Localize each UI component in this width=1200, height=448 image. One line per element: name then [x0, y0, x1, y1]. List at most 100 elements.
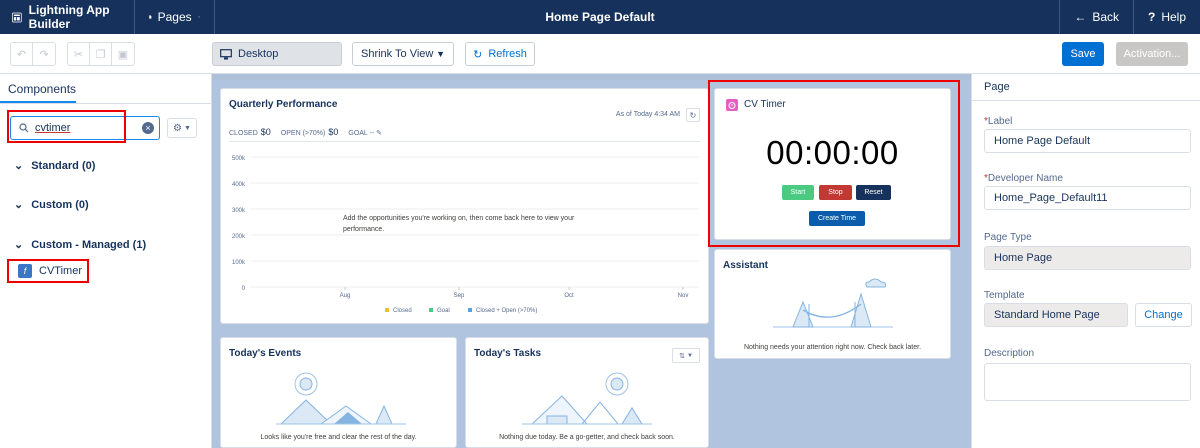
tasks-filter-button[interactable]: ⇅ ▼: [672, 348, 700, 363]
page-icon: [149, 15, 152, 19]
card-title: Quarterly Performance: [229, 99, 338, 110]
todays-events-card[interactable]: Today's Events Looks like you're free an…: [220, 337, 457, 448]
assistant-card[interactable]: Assistant Nothing needs your attention r…: [714, 249, 951, 359]
delete-icon[interactable]: ▣: [112, 43, 134, 65]
section-custom-label: Custom (0): [31, 198, 89, 211]
card-title: Assistant: [723, 260, 769, 271]
page-type-label: Page Type: [984, 232, 1032, 243]
description-field[interactable]: [984, 363, 1191, 401]
goal-label: GOAL: [348, 130, 368, 137]
divider: [0, 103, 212, 104]
closed-value: $0: [260, 127, 271, 137]
cut-icon[interactable]: ✂: [68, 43, 90, 65]
x-tick-label: Sep: [454, 293, 465, 299]
activation-button[interactable]: Activation...: [1116, 42, 1188, 66]
refresh-icon: ↻: [473, 48, 483, 61]
undo-icon[interactable]: ↶: [11, 43, 33, 65]
events-message: Looks like you're free and clear the res…: [260, 434, 417, 441]
y-tick-label: 300k: [232, 208, 246, 214]
save-button[interactable]: Save: [1062, 42, 1104, 66]
change-template-button[interactable]: Change: [1135, 303, 1192, 327]
label-field-text: Label: [987, 116, 1013, 127]
y-tick-label: 100k: [232, 260, 246, 266]
redo-icon[interactable]: ↷: [33, 43, 55, 65]
legend-label: Closed + Open (>70%): [476, 308, 537, 314]
device-select[interactable]: Desktop: [212, 42, 342, 66]
closed-label: CLOSED: [229, 130, 258, 137]
open-stat: OPEN (>70%) $0: [281, 127, 339, 137]
tasks-message: Nothing due today. Be a go-getter, and c…: [499, 434, 675, 441]
closed-stat: CLOSED $0: [229, 127, 271, 137]
app-title-text: Lightning App Builder: [28, 3, 110, 31]
copy-icon[interactable]: ❐: [90, 43, 112, 65]
legend-swatch: [385, 308, 389, 312]
goal-stat: GOAL -- ✎: [348, 129, 382, 137]
page-type-field: Home Page: [984, 246, 1191, 270]
undo-redo-group: ↶ ↷: [10, 42, 56, 66]
performance-stats: CLOSED $0 OPEN (>70%) $0 GOAL -- ✎: [229, 127, 382, 137]
caret-down-icon: ▼: [184, 124, 191, 132]
open-value: $0: [328, 127, 339, 137]
divider: [972, 100, 1200, 101]
chevron-down-icon: ⌄: [14, 160, 24, 172]
tab-components[interactable]: Components: [8, 82, 76, 96]
template-field: Standard Home Page: [984, 303, 1128, 327]
developer-name-field[interactable]: Home_Page_Default11: [984, 186, 1191, 210]
device-label: Desktop: [238, 48, 279, 60]
divider: [229, 141, 700, 142]
zoom-select[interactable]: Shrink To View ▼: [352, 42, 454, 66]
x-tick-label: Oct: [564, 293, 574, 299]
as-of-text: As of Today 4:34 AM: [615, 111, 680, 118]
back-label: Back: [1092, 10, 1119, 24]
clear-icon[interactable]: ×: [142, 122, 154, 134]
section-standard-label: Standard (0): [31, 159, 96, 172]
refresh-button[interactable]: ↻ Refresh: [465, 42, 535, 66]
refresh-label: Refresh: [488, 48, 527, 60]
developer-name-text: Developer Name: [987, 173, 1063, 184]
y-tick-label: 200k: [232, 234, 246, 240]
quarterly-performance-card[interactable]: Quarterly Performance As of Today 4:34 A…: [220, 88, 709, 324]
section-custom[interactable]: ⌄ Custom (0): [14, 198, 89, 212]
caret-down-icon: ▼: [686, 352, 693, 359]
highlight-box: [7, 110, 126, 143]
todays-tasks-card[interactable]: Today's Tasks ⇅ ▼ Nothing due today. Be a…: [465, 337, 709, 448]
open-label: OPEN (>70%): [280, 130, 326, 137]
label-field[interactable]: Home Page Default: [984, 129, 1191, 153]
chevron-down-icon: [197, 16, 200, 18]
x-tick-label: Aug: [340, 293, 351, 299]
y-tick-label: 500k: [232, 156, 246, 162]
empty-state-message-line2: performance.: [343, 226, 384, 233]
app-builder-icon: [12, 12, 22, 22]
settings-menu-button[interactable]: ⚙ ▼: [167, 118, 197, 138]
help-label: Help: [1161, 10, 1186, 24]
back-button[interactable]: ← Back: [1059, 0, 1134, 34]
zoom-label: Shrink To View: [361, 48, 434, 60]
properties-panel: Page *Label Home Page Default *Developer…: [971, 74, 1200, 448]
refresh-icon[interactable]: ↻: [686, 108, 700, 122]
chevron-down-icon: ⌄: [14, 199, 24, 211]
legend-label: Closed: [393, 308, 412, 314]
pages-menu[interactable]: Pages: [135, 0, 215, 34]
help-button[interactable]: ? Help: [1134, 0, 1200, 34]
caret-down-icon: ▼: [436, 49, 445, 59]
card-title: Today's Tasks: [474, 348, 542, 359]
arrow-left-icon: ←: [1074, 10, 1087, 24]
components-panel: Components cvtimer × ⚙ ▼ ⌄ Standard (0) …: [0, 74, 212, 448]
section-custom-managed[interactable]: ⌄ Custom - Managed (1): [14, 238, 146, 252]
beach-illustration: [522, 372, 652, 425]
y-tick-label: 400k: [232, 182, 246, 188]
legend-label: Goal: [437, 308, 450, 314]
pencil-icon[interactable]: ✎: [376, 130, 382, 137]
y-tick-label: 0: [242, 286, 246, 292]
assistant-message: Nothing needs your attention right now. …: [743, 344, 922, 351]
legend-swatch: [429, 308, 433, 312]
section-standard[interactable]: ⌄ Standard (0): [14, 159, 96, 173]
highlight-box: [7, 259, 89, 283]
label-field-label: *Label: [984, 116, 1012, 127]
legend-swatch: [468, 308, 472, 312]
template-label: Template: [984, 290, 1025, 301]
empty-state-message-line1: Add the opportunities you're working on,…: [343, 215, 575, 222]
chevron-down-icon: ⌄: [14, 239, 24, 251]
description-label: Description: [984, 348, 1035, 359]
card-title: Today's Events: [229, 348, 302, 359]
